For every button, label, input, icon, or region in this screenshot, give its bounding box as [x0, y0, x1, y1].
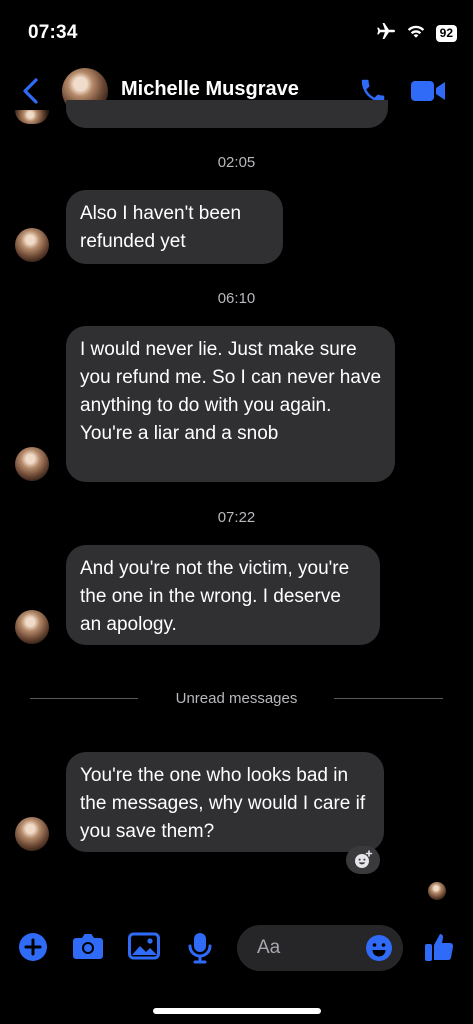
image-icon[interactable] — [128, 932, 160, 965]
divider-line — [334, 698, 443, 699]
airplane-icon — [376, 22, 396, 45]
thumbs-up-icon[interactable] — [424, 931, 456, 968]
message-input[interactable]: Aa — [237, 925, 403, 971]
home-indicator[interactable] — [153, 1008, 321, 1014]
back-icon[interactable] — [20, 76, 42, 111]
emoji-icon[interactable] — [365, 934, 393, 967]
timestamp: 02:05 — [217, 154, 256, 171]
sender-avatar — [15, 447, 49, 481]
sender-avatar — [15, 228, 49, 262]
video-icon[interactable] — [410, 78, 446, 109]
timestamp: 07:22 — [217, 509, 256, 526]
message-bubble[interactable]: I would never lie. Just make sure you re… — [66, 326, 395, 482]
read-receipt-avatar — [428, 882, 446, 900]
message-bubble[interactable]: And you're not the victim, you're the on… — [66, 545, 380, 645]
status-bar: 07:34 92 — [0, 0, 473, 64]
composer-bar: Aa — [0, 920, 473, 980]
message-input-placeholder: Aa — [257, 937, 281, 958]
wifi-icon — [406, 23, 426, 44]
sender-avatar — [15, 610, 49, 644]
status-icons: 92 — [376, 22, 457, 45]
previous-message-bubble[interactable] — [66, 100, 388, 128]
plus-icon[interactable] — [18, 932, 48, 967]
battery-indicator: 92 — [435, 25, 457, 42]
timestamp: 06:10 — [217, 290, 256, 307]
message-bubble[interactable]: Also I haven't been refunded yet — [66, 190, 283, 264]
status-time: 07:34 — [28, 22, 78, 43]
add-reaction-icon[interactable] — [346, 846, 380, 874]
camera-icon[interactable] — [72, 932, 104, 965]
message-bubble[interactable]: You're the one who looks bad in the mess… — [66, 752, 384, 852]
contact-name[interactable]: Michelle Musgrave — [121, 78, 299, 101]
sender-avatar — [15, 817, 49, 851]
microphone-icon[interactable] — [188, 932, 212, 969]
